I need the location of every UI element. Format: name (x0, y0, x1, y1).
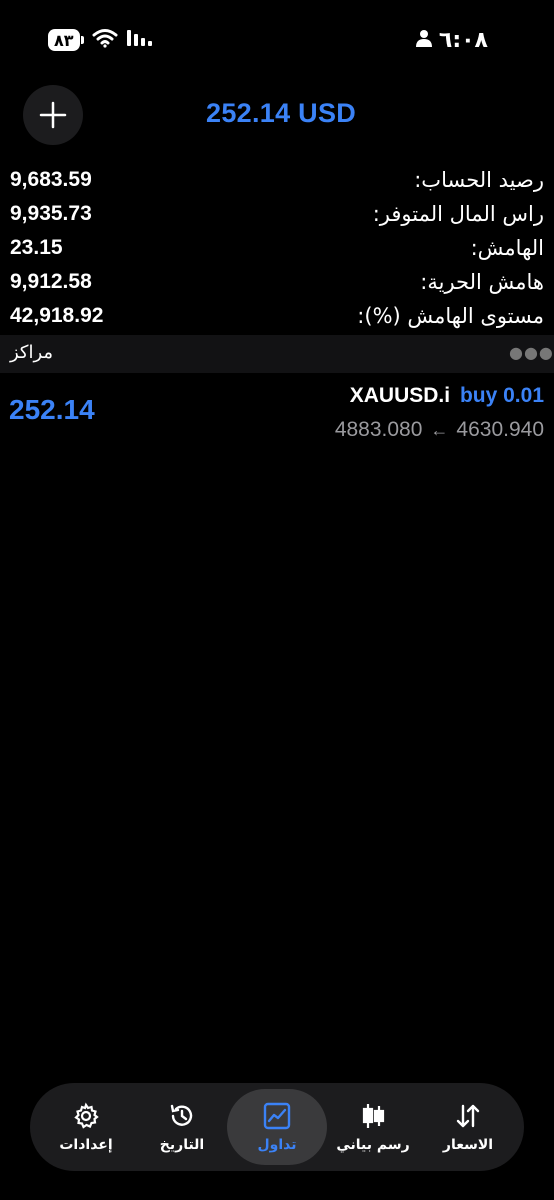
nav-history[interactable]: التاريخ (132, 1089, 232, 1165)
equity-label: راس المال المتوفر: (372, 202, 544, 226)
battery-cap (80, 36, 84, 44)
nav-history-label: التاريخ (159, 1137, 205, 1153)
free-margin-value: 9,912.58 (10, 270, 92, 293)
clock-time: ٦:٠٨ (438, 28, 488, 53)
balance-value: 9,683.59 (10, 168, 92, 191)
open-price: 4630.940 (456, 418, 544, 441)
battery-level: ٨٣ (48, 29, 80, 51)
nav-chart[interactable]: رسم بياني (323, 1089, 423, 1165)
battery-indicator: ٨٣ (48, 29, 84, 51)
bottom-nav: إعدادات التاريخ تداول رسم بياني الاسعار (30, 1083, 524, 1171)
equity-value: 9,935.73 (10, 202, 92, 225)
gear-icon (71, 1101, 101, 1131)
sort-arrows-icon (453, 1101, 483, 1131)
plus-icon (39, 101, 67, 129)
profit-title: 252.14 USD (206, 98, 357, 128)
nav-quotes-label: الاسعار (442, 1137, 494, 1153)
summary-row-margin: الهامش: 23.15 (0, 236, 554, 270)
summary-row-equity: راس المال المتوفر: 9,935.73 (0, 202, 554, 236)
nav-quotes[interactable]: الاسعار (418, 1089, 518, 1165)
summary-row-free-margin: هامش الحرية: 9,912.58 (0, 270, 554, 304)
nav-trade-label: تداول (257, 1137, 297, 1153)
position-prices: 4883.080 ← 4630.940 (335, 418, 544, 442)
position-symbol: XAUUSD.i (349, 384, 451, 407)
margin-label: الهامش: (470, 236, 544, 260)
status-time-group: ٦:٠٨ (415, 28, 488, 53)
add-button[interactable] (23, 85, 83, 145)
free-margin-label: هامش الحرية: (420, 270, 544, 294)
wifi-icon (92, 28, 118, 52)
position-profit: 252.14 (9, 394, 95, 425)
balance-label: رصيد الحساب: (414, 168, 544, 192)
nav-settings-label: إعدادات (59, 1137, 113, 1153)
trade-chart-icon (262, 1101, 292, 1131)
account-summary: رصيد الحساب: 9,683.59 راس المال المتوفر:… (0, 168, 554, 338)
summary-row-margin-level: مستوى الهامش (%): 42,918.92 (0, 304, 554, 338)
history-icon (167, 1101, 197, 1131)
margin-level-label: مستوى الهامش (%): (357, 304, 544, 328)
signal-icon (126, 28, 154, 52)
summary-row-balance: رصيد الحساب: 9,683.59 (0, 168, 554, 202)
user-icon (415, 28, 433, 53)
status-icons: ٨٣ (48, 28, 154, 52)
position-side: buy 0.01 (459, 384, 544, 407)
nav-chart-label: رسم بياني (336, 1137, 410, 1153)
nav-trade[interactable]: تداول (227, 1089, 327, 1165)
positions-title: مراكز (10, 342, 54, 363)
arrow-left-icon: ← (430, 419, 449, 440)
current-price: 4883.080 (334, 418, 423, 441)
top-bar: 252.14 USD (0, 84, 554, 145)
margin-value: 23.15 (10, 236, 63, 259)
more-options-icon[interactable]: ●●● (509, 343, 554, 362)
margin-level-value: 42,918.92 (10, 304, 104, 327)
positions-header: مراكز ●●● (0, 335, 554, 373)
position-header: XAUUSD.i buy 0.01 (350, 384, 544, 408)
status-bar: ٨٣ ٦:٠٨ (0, 28, 554, 58)
candlestick-icon (358, 1101, 388, 1131)
nav-settings[interactable]: إعدادات (36, 1089, 136, 1165)
position-row[interactable]: XAUUSD.i buy 0.01 4883.080 ← 4630.940 25… (0, 384, 554, 444)
